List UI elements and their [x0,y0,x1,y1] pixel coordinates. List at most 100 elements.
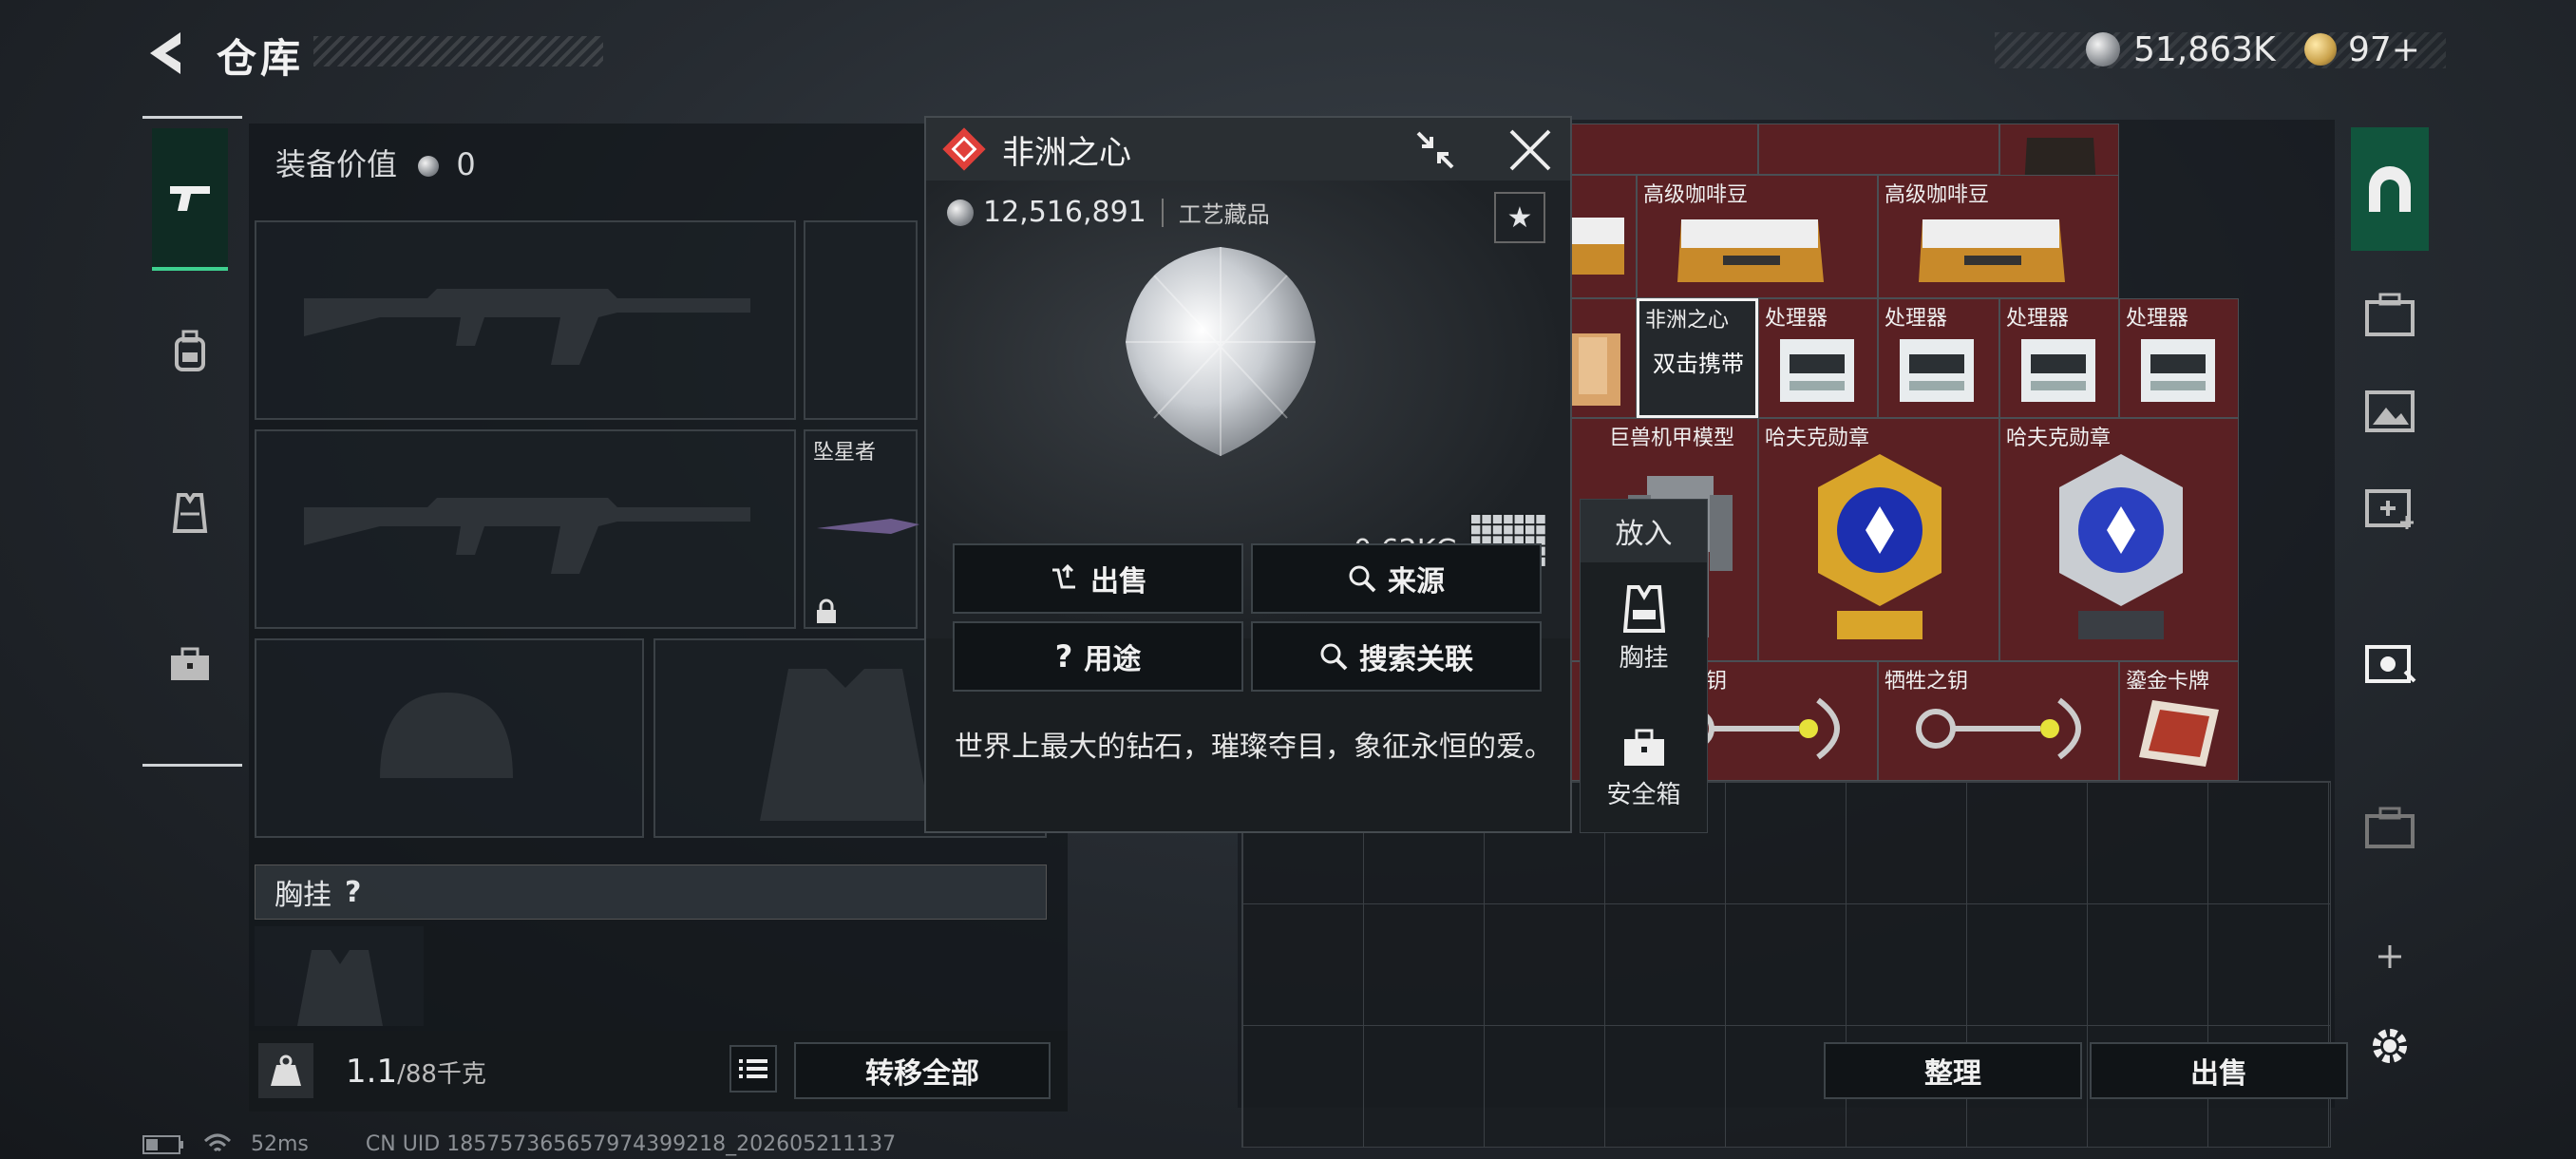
selected-item-heart-of-africa[interactable]: 非洲之心 双击携带 [1637,298,1758,418]
plus-icon [2378,945,2401,968]
help-icon[interactable]: ? [345,876,361,909]
question-icon: ? [1054,638,1073,674]
item-category: 工艺藏品 [1178,201,1270,228]
weight-icon [271,1054,301,1086]
heart-of-africa-diamond-icon [1126,247,1316,456]
chest-rig-header: 胸挂 ? [255,864,1047,920]
safe-box-icon [1623,729,1664,766]
pistol-slot[interactable] [804,220,918,420]
inventory-item[interactable]: 高级咖啡豆 [1878,175,2119,298]
coffee-bean-bag-icon [1677,219,1824,282]
list-view-button[interactable] [729,1045,777,1092]
weight-icon-box [258,1043,313,1098]
inventory-item[interactable]: 哈夫克勋章 [1758,418,1999,661]
container-tab-4[interactable] [2351,625,2429,703]
processor-icon [1900,339,1974,402]
container-tab-3[interactable] [2351,467,2429,545]
weight-value: 1.1 [346,1053,398,1091]
inventory-item[interactable]: 鎏金卡牌 [2119,661,2239,781]
secondary-weapon-slot[interactable] [255,429,796,629]
favorite-star-icon[interactable]: ★ [1494,192,1545,243]
gear-icon [2373,1029,2407,1063]
organize-button[interactable]: 整理 [1824,1042,2082,1099]
inventory-item[interactable]: 高级咖啡豆 [1637,175,1878,298]
backpack-icon [175,330,205,371]
transfer-all-button[interactable]: 转移全部 [794,1042,1051,1099]
medical-box-icon [2365,489,2414,529]
weight-capacity: /88千克 [397,1060,486,1089]
equipment-value: 装备价值 0 [275,141,476,184]
silver-coin-icon [2086,32,2120,66]
chest-rig-label: 胸挂 [275,879,331,912]
tab-vest[interactable] [152,442,228,584]
silver-currency: 51,863K [2086,29,2276,69]
silver-amount: 51,863K [2133,29,2276,69]
search-icon [1349,565,1376,593]
knife-icon [817,519,919,534]
inventory-item[interactable]: 处理器 [2119,298,2239,418]
usage-button[interactable]: ? 用途 [953,621,1243,692]
tab-safebox[interactable] [152,594,228,736]
coffee-bean-bag-icon [1919,219,2065,282]
rig-silhouette-icon [297,950,383,1026]
equipment-category-tabs [142,116,242,767]
collection-box-icon [2365,645,2416,683]
rifle-silhouette-icon [304,498,750,574]
armor-silhouette-icon [760,669,931,821]
tab-backpack[interactable] [152,280,228,423]
source-button[interactable]: 来源 [1251,543,1542,614]
battery-icon [142,1134,183,1154]
item-price: 12,516,891 [983,196,1146,229]
helmet-slot[interactable] [255,638,644,838]
inventory-item[interactable]: 哈夫克勋章 [1999,418,2239,661]
inventory-item[interactable]: 处理器 [1878,298,1999,418]
add-container-button[interactable] [2351,918,2429,996]
inventory-item[interactable]: 处理器 [1999,298,2119,418]
collapse-icon[interactable] [1414,129,1456,171]
chest-rig-slot[interactable] [255,926,424,1026]
image-frame-icon [2365,390,2415,432]
item-detail-popup: 非洲之心 12,516,891 工艺藏品 ★ 0.62KG 出售 来源 ? 用途… [924,116,1572,833]
gold-amount: 97+ [2348,29,2420,69]
close-icon[interactable] [1507,127,1553,173]
inventory-item[interactable] [1758,124,1999,175]
weight-readout: 1.1/88千克 [346,1053,486,1091]
item-price-row: 12,516,891 工艺藏品 [947,196,1270,229]
silver-coin-icon [418,156,440,177]
search-related-button[interactable]: 搜索关联 [1251,621,1542,692]
storage-box-icon [2365,293,2415,336]
back-button[interactable] [142,28,188,78]
place-into-safebox-button[interactable]: 安全箱 [1581,728,1707,832]
processor-icon [2141,339,2215,402]
container-tab-5[interactable] [2351,788,2429,866]
settings-button[interactable] [2351,1007,2429,1085]
place-into-rig-button[interactable]: 胸挂 [1581,585,1707,690]
inventory-item[interactable]: 处理器 [1758,298,1878,418]
container-tab-2[interactable] [2351,372,2429,450]
gold-currency[interactable]: 97+ [2304,29,2420,69]
sell-all-button[interactable]: 出售 [2090,1042,2348,1099]
gold-coin-icon [2304,33,2337,66]
page-title: 仓库 [217,35,305,82]
container-tab-1[interactable] [2351,276,2429,353]
sell-icon [1052,564,1075,589]
stash-home-button[interactable] [2351,127,2429,251]
melee-slot[interactable]: 坠星者 [804,429,919,629]
gilded-card-icon [2139,700,2219,767]
equipment-value-amount: 0 [456,146,476,182]
inventory-item[interactable]: 牺牲之钥 [1878,661,2119,781]
item-name: 非洲之心 [1002,133,1131,172]
tab-weapons[interactable] [152,128,228,271]
silver-coin-icon [947,199,974,226]
place-into-title: 放入 [1581,500,1707,562]
status-bar: 52ms CN UID 185757365657974399218_202605… [142,1132,896,1156]
search-icon [1320,643,1348,671]
stash-icon [2369,166,2411,212]
processor-icon [1780,339,1854,402]
container-sidebar [2341,124,2436,1112]
lock-icon [817,598,836,623]
gun-icon [170,186,210,211]
popup-header: 非洲之心 [926,118,1570,180]
sell-button[interactable]: 出售 [953,543,1243,614]
primary-weapon-slot[interactable] [255,220,796,420]
